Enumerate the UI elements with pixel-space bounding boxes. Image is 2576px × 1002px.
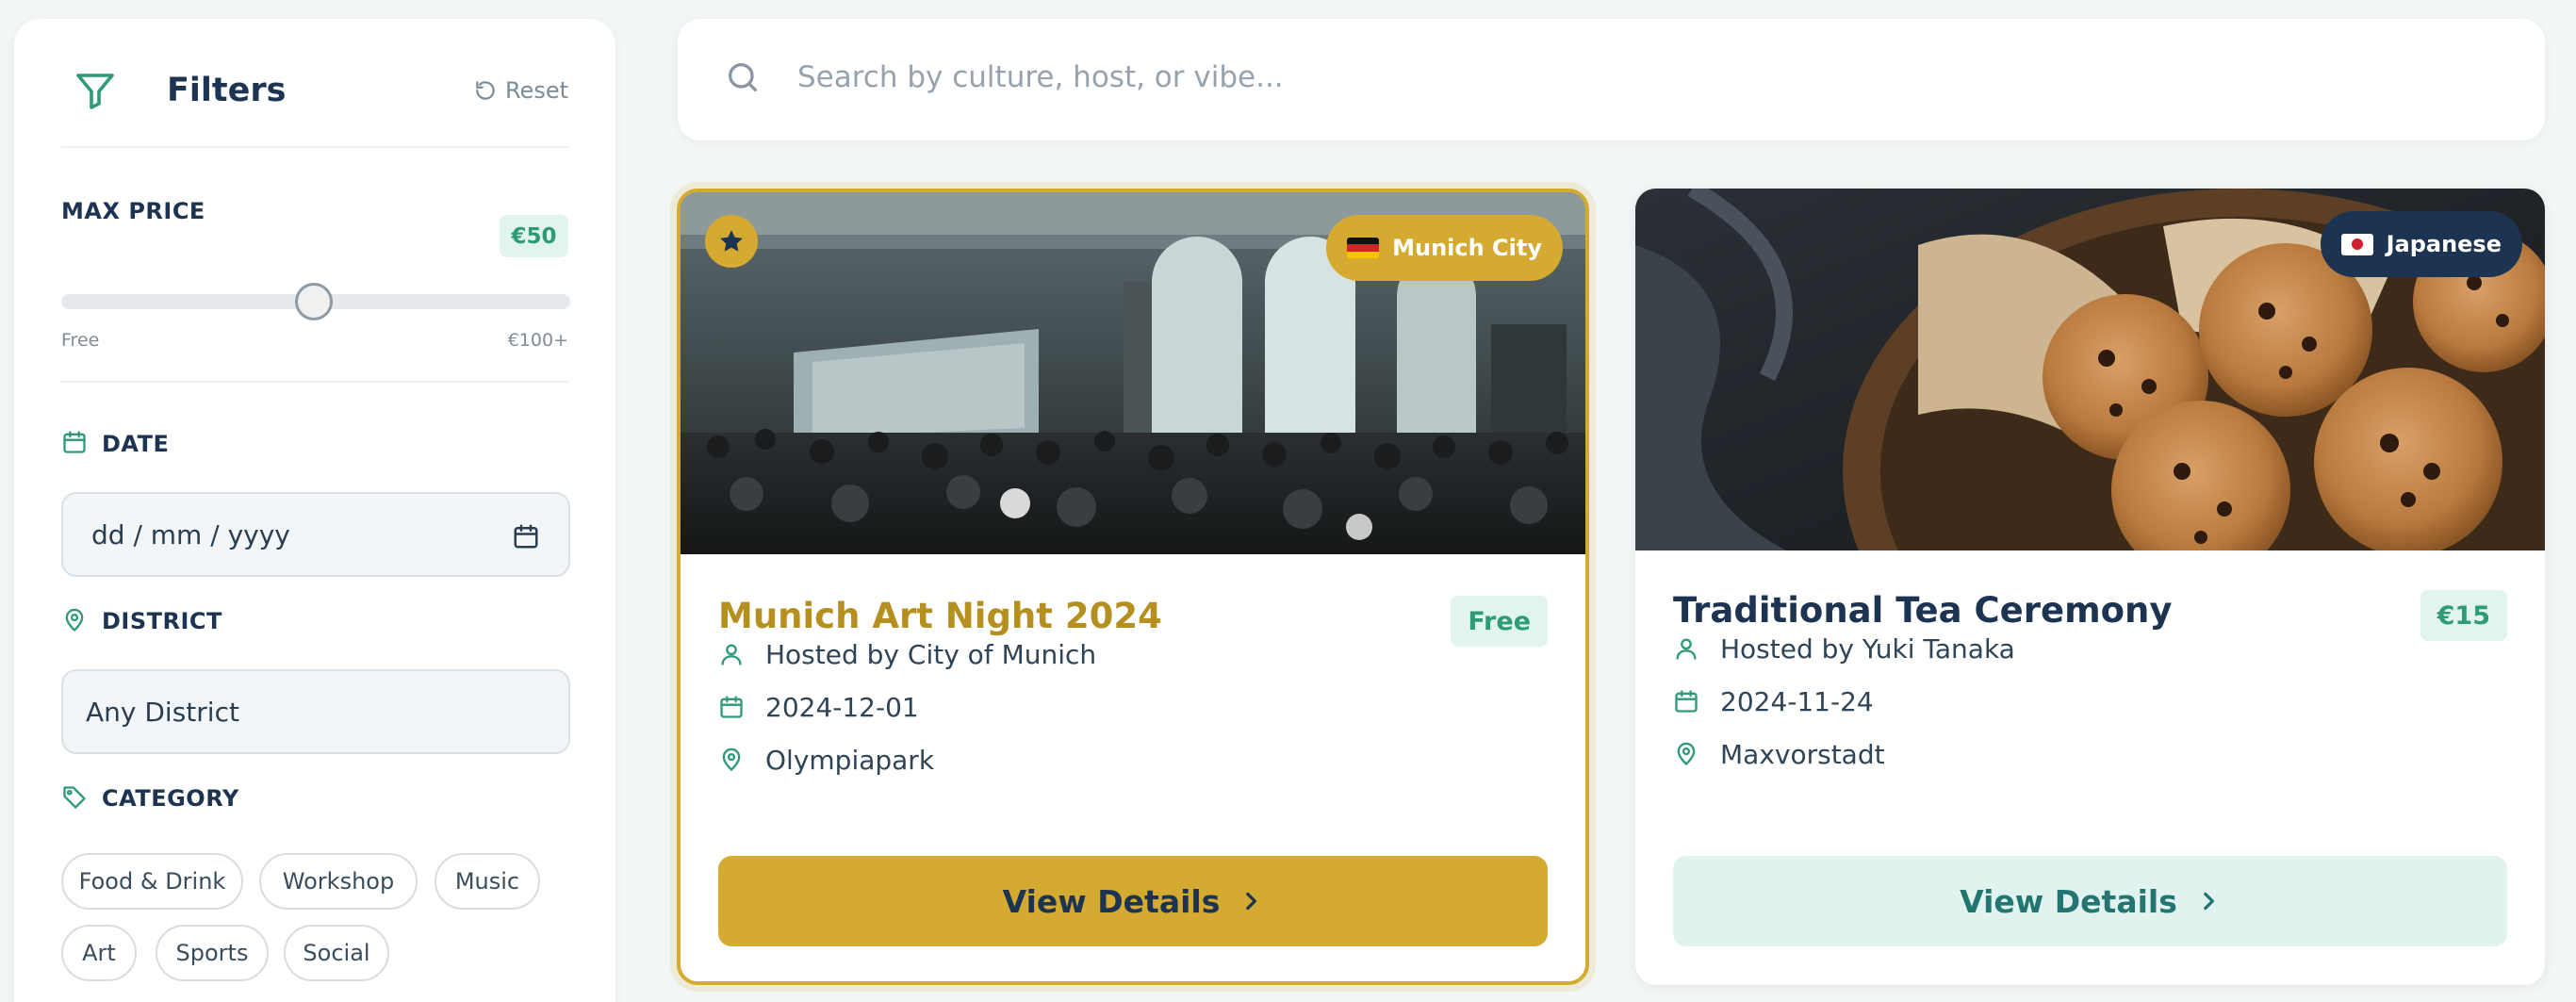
- flag-japan-icon: [2340, 233, 2373, 255]
- event-date-text: 2024-11-24: [1720, 685, 1874, 717]
- event-host: Hosted by Yuki Tanaka: [1673, 632, 2015, 665]
- filter-icon: [76, 74, 114, 109]
- date-field[interactable]: dd / mm / yyyy: [61, 492, 570, 577]
- flag-germany-icon: [1347, 237, 1380, 259]
- max-price-slider-thumb[interactable]: [295, 283, 333, 320]
- event-date-text: 2024-12-01: [765, 691, 919, 723]
- event-location: Maxvorstadt: [1673, 737, 1885, 771]
- divider: [61, 146, 568, 148]
- view-details-label: View Details: [1960, 882, 2177, 920]
- event-title: Munich Art Night 2024: [718, 596, 1162, 636]
- event-host: Hosted by City of Munich: [718, 637, 1096, 671]
- filters-sidebar: Filters Reset MAX PRICE €50 Free €100+ D…: [14, 19, 615, 1002]
- slider-min-label: Free: [61, 330, 100, 351]
- view-details-button[interactable]: View Details: [718, 856, 1548, 946]
- category-chip[interactable]: Social: [284, 925, 389, 981]
- event-location: Olympiapark: [718, 743, 934, 777]
- user-icon: [1676, 638, 1697, 660]
- date-label: DATE: [102, 431, 170, 457]
- culture-badge: Japanese: [2320, 211, 2522, 277]
- calendar-picker-icon[interactable]: [512, 522, 540, 550]
- event-date: 2024-12-01: [718, 690, 919, 724]
- user-icon: [721, 644, 742, 665]
- category-chip[interactable]: Workshop: [259, 853, 418, 910]
- max-price-label: MAX PRICE: [61, 198, 205, 224]
- star-icon: [720, 230, 743, 252]
- featured-star-badge: [705, 215, 758, 268]
- view-details-button[interactable]: View Details: [1673, 856, 2507, 946]
- district-label: DISTRICT: [102, 608, 222, 634]
- calendar-icon: [1675, 690, 1698, 713]
- map-pin-icon: [722, 747, 741, 771]
- district-value: Any District: [86, 696, 239, 728]
- filters-title: Filters: [167, 72, 287, 109]
- event-title: Traditional Tea Ceremony: [1673, 590, 2173, 631]
- map-pin-icon: [65, 608, 84, 632]
- slider-max-label: €100+: [507, 330, 568, 351]
- event-location-text: Olympiapark: [765, 744, 935, 776]
- event-date: 2024-11-24: [1673, 684, 1874, 718]
- calendar-icon: [63, 431, 86, 453]
- culture-badge: Munich City: [1326, 215, 1563, 281]
- district-select[interactable]: Any District: [61, 669, 570, 754]
- max-price-value-badge: €50: [500, 215, 568, 257]
- calendar-icon: [720, 696, 743, 718]
- divider: [61, 381, 568, 383]
- event-location-text: Maxvorstadt: [1720, 738, 1885, 770]
- reset-button[interactable]: Reset: [473, 77, 568, 104]
- search-input[interactable]: [797, 53, 2494, 102]
- reset-icon: [476, 81, 495, 100]
- chevron-right-icon: [1246, 892, 1257, 911]
- category-label: CATEGORY: [102, 785, 239, 812]
- category-chip[interactable]: Food & Drink: [61, 853, 243, 910]
- category-chip[interactable]: Art: [61, 925, 137, 981]
- event-card[interactable]: Japanese Traditional Tea Ceremony €15 Ho…: [1635, 189, 2545, 985]
- filters-header: Filters Reset: [61, 64, 568, 121]
- tag-icon: [63, 786, 86, 809]
- category-chip[interactable]: Music: [435, 853, 540, 910]
- chevron-right-icon: [2203, 892, 2214, 911]
- search-icon: [729, 63, 757, 92]
- view-details-label: View Details: [1002, 882, 1221, 920]
- reset-label: Reset: [504, 77, 568, 104]
- category-chip[interactable]: Sports: [156, 925, 269, 981]
- event-card-featured[interactable]: Munich City Munich Art Night 2024 Free H…: [677, 189, 1589, 985]
- price-tag: Free: [1451, 596, 1548, 647]
- event-host-text: Hosted by City of Munich: [765, 638, 1097, 670]
- event-host-text: Hosted by Yuki Tanaka: [1720, 632, 2015, 665]
- date-placeholder: dd / mm / yyyy: [91, 518, 290, 550]
- price-tag: €15: [2420, 590, 2507, 641]
- culture-label: Munich City: [1392, 235, 1542, 261]
- map-pin-icon: [1677, 742, 1696, 765]
- culture-label: Japanese: [2386, 231, 2502, 257]
